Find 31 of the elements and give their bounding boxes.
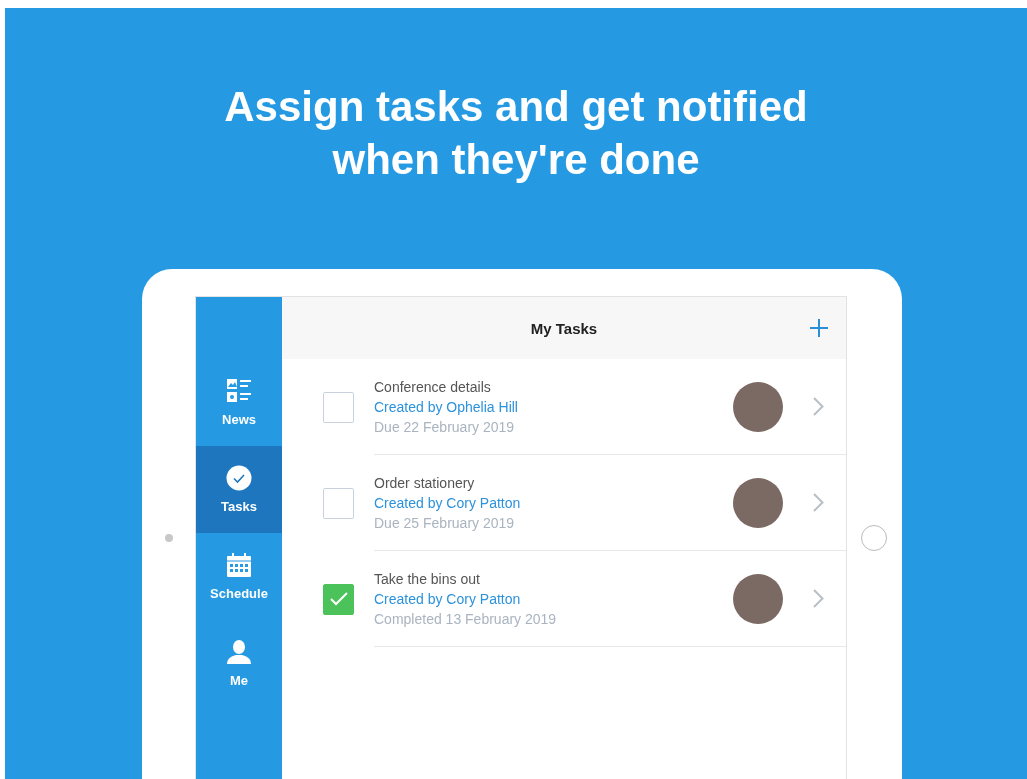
headline: Assign tasks and get notified when they're done xyxy=(223,82,809,185)
task-creator: Created by Cory Patton xyxy=(374,494,522,511)
task-title: Conference details xyxy=(374,378,492,395)
chevron-icon[interactable] xyxy=(813,397,824,416)
checkbox[interactable] xyxy=(323,391,354,423)
check-circle-icon xyxy=(226,465,252,491)
task-title: Take the bins out xyxy=(374,570,481,587)
person-icon xyxy=(226,639,252,665)
task-creator: Created by Cory Patton xyxy=(374,590,522,607)
chevron-icon[interactable] xyxy=(813,589,824,608)
chevron-icon[interactable] xyxy=(813,493,824,512)
calendar-icon xyxy=(226,552,252,578)
plus-icon[interactable] xyxy=(810,319,828,337)
news-icon xyxy=(226,378,252,404)
task-date: Due 22 February 2019 xyxy=(374,418,516,435)
task-title: Order stationery xyxy=(374,474,476,491)
checkbox[interactable] xyxy=(323,487,354,519)
sidebar-tab[interactable]: Schedule xyxy=(196,533,282,620)
task-date: Completed 13 February 2019 xyxy=(374,610,558,627)
sidebar-tab[interactable]: Tasks xyxy=(196,446,282,533)
sidebar-tab[interactable]: Me xyxy=(196,620,282,707)
checkbox[interactable] xyxy=(323,583,354,615)
checkmark-icon xyxy=(329,592,348,606)
avatar xyxy=(733,573,783,624)
task-date: Due 25 February 2019 xyxy=(374,514,516,531)
screen-title: My Tasks xyxy=(530,319,598,337)
avatar xyxy=(733,477,783,528)
sidebar-tab[interactable]: News xyxy=(196,359,282,446)
avatar xyxy=(733,381,783,432)
task-creator: Created by Ophelia Hill xyxy=(374,398,519,415)
camera-dot xyxy=(164,533,173,542)
